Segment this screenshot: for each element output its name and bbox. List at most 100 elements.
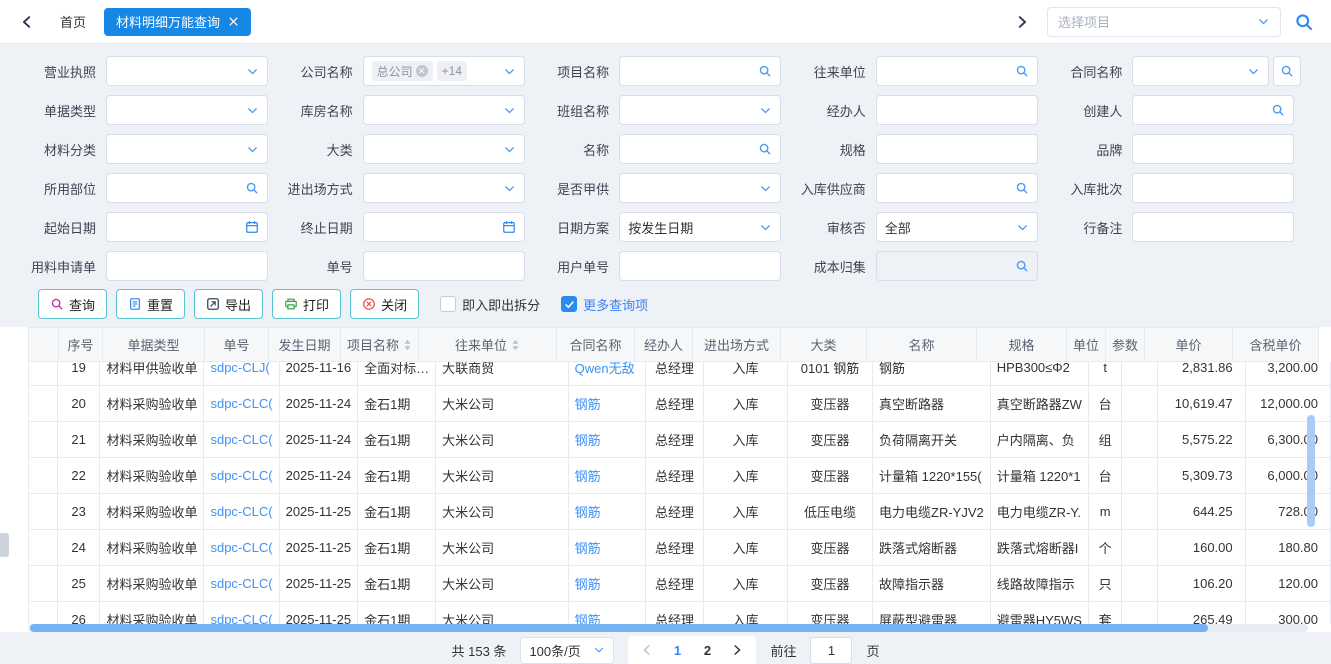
print-button[interactable]: 打印 <box>272 289 341 319</box>
close-button[interactable]: 关闭 <box>350 289 419 319</box>
filter-input[interactable] <box>1132 134 1294 164</box>
column-label: 合同名称 <box>570 335 622 354</box>
filter-select[interactable] <box>106 56 268 86</box>
page-size-select[interactable]: 100条/页 <box>520 637 614 664</box>
goto-unit: 页 <box>866 641 879 660</box>
filter-select[interactable] <box>619 173 781 203</box>
search-icon-button[interactable] <box>1273 56 1301 86</box>
filter-select[interactable] <box>363 173 525 203</box>
tag-text: +14 <box>442 64 462 78</box>
export-button[interactable]: 导出 <box>194 289 263 319</box>
table-cell: 变压器 <box>788 422 873 458</box>
tab-active[interactable]: 材料明细万能查询 <box>104 8 251 36</box>
filter-input[interactable] <box>106 251 268 281</box>
filter-field-14: 品牌 <box>1050 134 1301 164</box>
left-drawer-handle[interactable] <box>0 533 9 557</box>
tag-close-icon[interactable]: ✕ <box>416 65 428 77</box>
cell-link[interactable]: 钢筋 <box>568 458 646 494</box>
filter-select[interactable] <box>363 95 525 125</box>
column-header-4[interactable]: 项目名称 <box>341 328 419 362</box>
cell-link[interactable]: sdpc-CLC( <box>204 602 279 625</box>
cell-link[interactable]: sdpc-CLC( <box>204 530 279 566</box>
filter-input[interactable] <box>619 56 781 86</box>
table-cell: 全面对标… <box>358 362 436 386</box>
column-label: 参数 <box>1112 335 1138 354</box>
cell-link[interactable]: 钢筋 <box>568 386 646 422</box>
filter-input[interactable] <box>106 212 268 242</box>
cell-link[interactable]: 钢筋 <box>568 494 646 530</box>
tab-close-icon[interactable] <box>228 16 239 27</box>
tab-home[interactable]: 首页 <box>60 12 86 31</box>
page-number-1[interactable]: 1 <box>664 637 690 664</box>
filter-select[interactable] <box>1132 56 1269 86</box>
table-row[interactable]: 26材料采购验收单sdpc-CLC(2025-11-25金石1期大米公司钢筋总经… <box>29 602 1331 625</box>
horizontal-scrollbar-thumb[interactable] <box>30 624 1208 632</box>
filter-input[interactable] <box>106 173 268 203</box>
table-row[interactable]: 20材料采购验收单sdpc-CLC(2025-11-24金石1期大米公司钢筋总经… <box>29 386 1331 422</box>
filter-select[interactable] <box>106 95 268 125</box>
filter-label: 名称 <box>537 140 619 159</box>
cell-link[interactable]: sdpc-CLC( <box>204 386 279 422</box>
filter-label: 所用部位 <box>24 179 106 198</box>
checkbox-more-query-items[interactable]: 更多查询项 <box>561 295 648 314</box>
project-search-icon[interactable] <box>1291 9 1317 35</box>
cell-link[interactable]: sdpc-CLJ( <box>204 362 279 386</box>
page-number-2[interactable]: 2 <box>694 637 720 664</box>
filter-select[interactable]: 全部 <box>876 212 1038 242</box>
chevron-left-icon[interactable] <box>16 11 38 33</box>
goto-page-input[interactable]: 1 <box>810 637 852 664</box>
chevron-right-icon[interactable] <box>1011 11 1033 33</box>
filter-select[interactable]: 按发生日期 <box>619 212 781 242</box>
checkbox-unchecked-icon[interactable] <box>440 296 456 312</box>
filter-select[interactable] <box>106 134 268 164</box>
column-label: 序号 <box>67 335 93 354</box>
horizontal-scrollbar[interactable] <box>28 624 1308 632</box>
filter-input[interactable] <box>1132 95 1294 125</box>
table-row[interactable]: 24材料采购验收单sdpc-CLC(2025-11-25金石1期大米公司钢筋总经… <box>29 530 1331 566</box>
table-cell: 金石1期 <box>358 458 436 494</box>
next-page-icon[interactable] <box>724 637 750 664</box>
cell-link[interactable]: 钢筋 <box>568 422 646 458</box>
table-row[interactable]: 19材料甲供验收单sdpc-CLJ(2025-11-16全面对标…大联商贸Qwe… <box>29 362 1331 386</box>
table-cell: 变压器 <box>788 386 873 422</box>
prev-page-icon[interactable] <box>634 637 660 664</box>
cell-link[interactable]: 钢筋 <box>568 530 646 566</box>
cell-link[interactable]: 钢筋 <box>568 602 646 625</box>
cell-link[interactable]: sdpc-CLC( <box>204 422 279 458</box>
filter-select[interactable] <box>619 95 781 125</box>
cell-link[interactable]: Qwen无敌 <box>568 362 646 386</box>
table-row[interactable]: 23材料采购验收单sdpc-CLC(2025-11-25金石1期大米公司钢筋总经… <box>29 494 1331 530</box>
table-row[interactable]: 22材料采购验收单sdpc-CLC(2025-11-24金石1期大米公司钢筋总经… <box>29 458 1331 494</box>
reset-button[interactable]: 重置 <box>116 289 185 319</box>
cell-link[interactable]: sdpc-CLC( <box>204 566 279 602</box>
cell-link[interactable]: sdpc-CLC( <box>204 494 279 530</box>
sort-icon[interactable] <box>511 339 520 351</box>
filter-input[interactable] <box>876 173 1038 203</box>
filter-input[interactable] <box>876 95 1038 125</box>
checkbox-checked-icon[interactable] <box>561 296 577 312</box>
table-row[interactable]: 25材料采购验收单sdpc-CLC(2025-11-25金石1期大米公司钢筋总经… <box>29 566 1331 602</box>
sort-icon[interactable] <box>403 339 412 351</box>
filter-field-4: 合同名称 <box>1050 56 1301 86</box>
filter-input[interactable] <box>619 251 781 281</box>
filter-input[interactable] <box>363 212 525 242</box>
filter-input[interactable] <box>1132 173 1294 203</box>
query-button[interactable]: 查询 <box>38 289 107 319</box>
cell-link[interactable]: sdpc-CLC( <box>204 458 279 494</box>
filter-input[interactable] <box>1132 212 1294 242</box>
filter-input[interactable] <box>876 134 1038 164</box>
chevron-down-icon <box>503 104 516 117</box>
column-header-5[interactable]: 往来单位 <box>419 328 557 362</box>
filter-input[interactable] <box>876 251 1038 281</box>
filter-input[interactable] <box>619 134 781 164</box>
project-select[interactable]: 选择项目 <box>1047 7 1281 37</box>
filter-input[interactable] <box>363 251 525 281</box>
table-cell: 300.00 <box>1245 602 1330 625</box>
filter-select[interactable] <box>363 134 525 164</box>
filter-input[interactable] <box>876 56 1038 86</box>
table-row[interactable]: 21材料采购验收单sdpc-CLC(2025-11-24金石1期大米公司钢筋总经… <box>29 422 1331 458</box>
checkbox-split-in-out[interactable]: 即入即出拆分 <box>440 295 540 314</box>
filter-select[interactable]: 总公司✕+14 <box>363 56 525 86</box>
vertical-scrollbar-thumb[interactable] <box>1307 415 1315 527</box>
cell-link[interactable]: 钢筋 <box>568 566 646 602</box>
